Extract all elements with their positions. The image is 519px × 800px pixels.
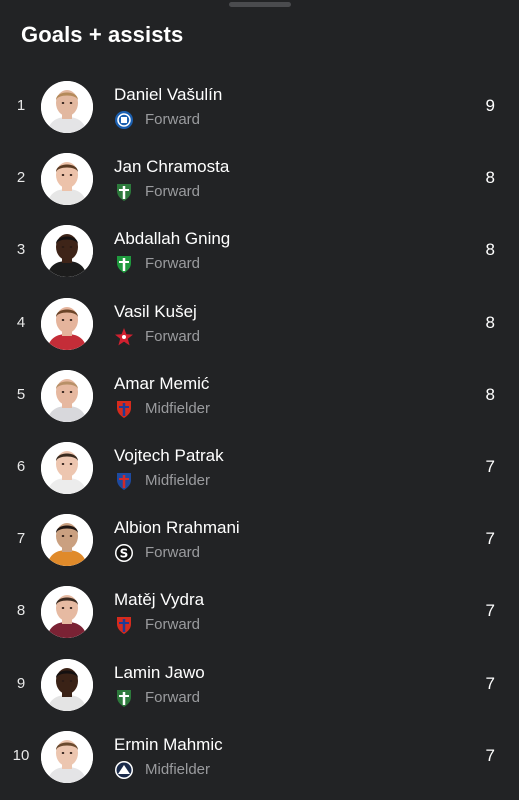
player-name[interactable]: Vojtech Patrak: [114, 446, 224, 466]
player-name[interactable]: Matěj Vydra: [114, 590, 204, 610]
club-crest-red-star-icon: [114, 327, 134, 347]
list-item[interactable]: 2 Jan Chramosta Forward 8: [0, 143, 519, 215]
rank-number: 7: [16, 530, 26, 548]
rank-number: 4: [16, 313, 26, 331]
player-avatar: [41, 730, 93, 783]
rank-number: 1: [16, 97, 26, 114]
list-item[interactable]: 10 Ermin Mahmic Midfielder 7: [0, 721, 519, 793]
page-title: Goals + assists: [21, 22, 184, 47]
leaderboard-list: 1 Daniel Vašulín Forward 9 2 Jan Chramos…: [0, 71, 519, 793]
player-avatar: [41, 297, 93, 350]
player-name[interactable]: Daniel Vašulín: [114, 85, 222, 105]
club-crest-blue-circle-icon: [114, 110, 134, 130]
player-position: Forward: [145, 616, 201, 634]
club-crest-red-blue-shield-icon: [114, 615, 134, 635]
player-name[interactable]: Ermin Mahmic: [114, 735, 223, 755]
player-position: Forward: [145, 688, 201, 706]
player-name[interactable]: Amar Memić: [114, 374, 209, 394]
rank-number: 2: [16, 169, 26, 187]
list-item[interactable]: 4 Vasil Kušej Forward 8: [0, 288, 519, 360]
player-position: Forward: [145, 544, 201, 562]
bottom-sheet: Goals + assists 1 Daniel Vašulín Forward…: [0, 0, 519, 800]
rank-number: 6: [16, 457, 26, 475]
player-avatar: [41, 369, 93, 422]
stat-value: 8: [485, 384, 495, 404]
stat-value: 7: [485, 456, 495, 476]
club-crest-black-s-icon: S: [114, 543, 134, 563]
player-avatar: [41, 225, 93, 278]
stat-value: 7: [485, 673, 495, 693]
player-name[interactable]: Jan Chramosta: [114, 157, 229, 177]
player-name[interactable]: Abdallah Gning: [114, 229, 230, 249]
list-item[interactable]: 5 Amar Memić Midfielder 8: [0, 360, 519, 432]
player-avatar: [41, 441, 93, 494]
player-avatar: [41, 514, 93, 567]
player-position: Midfielder: [145, 760, 211, 778]
rank-number: 10: [12, 746, 30, 764]
list-item[interactable]: 3 Abdallah Gning Forward 8: [0, 215, 519, 287]
stat-value: 7: [485, 745, 495, 765]
player-name[interactable]: Albion Rrahmani: [114, 518, 240, 538]
list-item[interactable]: 6 Vojtech Patrak Midfielder 7: [0, 432, 519, 504]
rank-number: 5: [16, 385, 26, 403]
player-position: Forward: [145, 327, 201, 345]
stat-value: 7: [485, 529, 495, 549]
player-name[interactable]: Vasil Kušej: [114, 302, 197, 322]
club-crest-green-shield-icon: [114, 182, 134, 202]
stat-value: 7: [485, 601, 495, 621]
list-item[interactable]: 1 Daniel Vašulín Forward 9: [0, 71, 519, 143]
list-item[interactable]: 7 Albion Rrahmani S Forward 7: [0, 504, 519, 576]
stat-value: 9: [485, 96, 495, 115]
player-avatar: [41, 81, 93, 133]
player-avatar: [41, 586, 93, 639]
stat-value: 8: [485, 240, 495, 260]
list-item[interactable]: 8 Matěj Vydra Forward 7: [0, 576, 519, 648]
club-crest-blue-red-shield-icon: [114, 471, 134, 491]
player-position: Forward: [145, 255, 201, 273]
player-position: Midfielder: [145, 471, 211, 489]
player-position: Forward: [145, 183, 201, 201]
club-crest-red-blue-shield-icon: [114, 399, 134, 419]
player-avatar: [41, 153, 93, 206]
list-item[interactable]: 9 Lamin Jawo Forward 7: [0, 649, 519, 721]
stat-value: 8: [485, 312, 495, 332]
player-avatar: [41, 658, 93, 711]
stat-value: 8: [485, 168, 495, 188]
rank-number: 8: [16, 602, 26, 620]
club-crest-green-white-icon: [114, 254, 134, 274]
club-crest-green-shield-icon: [114, 688, 134, 708]
player-position: Forward: [145, 111, 201, 128]
rank-number: 9: [16, 674, 26, 692]
svg-text:S: S: [120, 547, 129, 561]
player-name[interactable]: Lamin Jawo: [114, 663, 205, 683]
drag-handle[interactable]: [229, 2, 291, 7]
club-crest-navy-circle-icon: [114, 760, 134, 780]
player-position: Midfielder: [145, 399, 211, 417]
rank-number: 3: [16, 241, 26, 259]
